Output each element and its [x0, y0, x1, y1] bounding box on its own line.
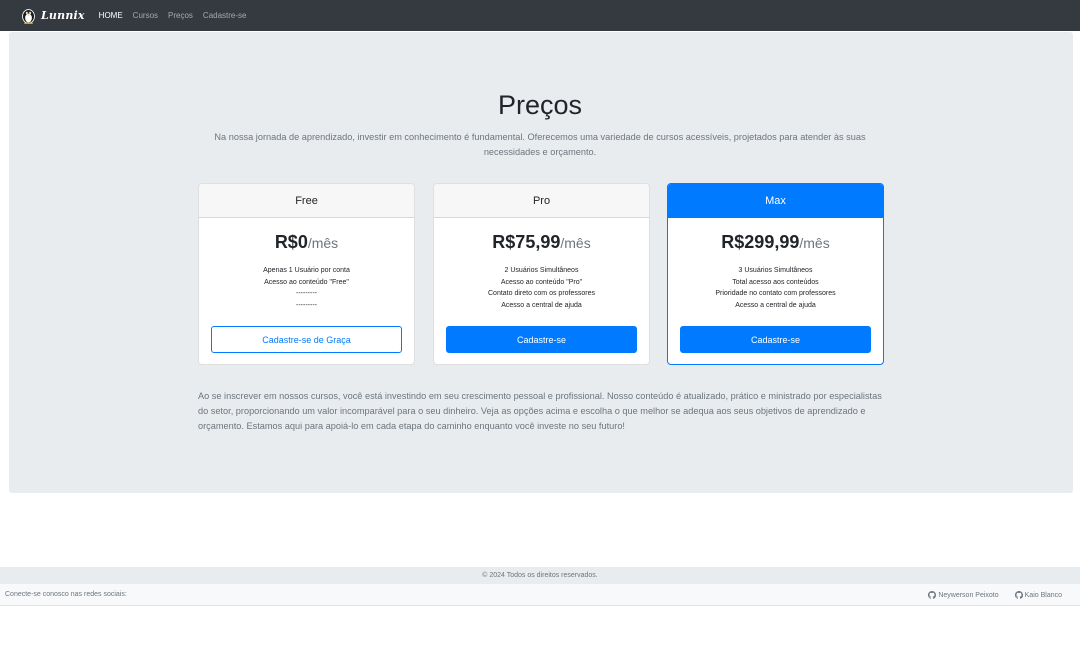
social-bar: Conecte-se conosco nas redes sociais: Ne…: [0, 584, 1080, 606]
plan-card-pro: Pro R$75,99/mês 2 Usuários Simultâneos A…: [433, 183, 650, 365]
feature-item: Contato direto com os professores: [488, 290, 595, 298]
page-lead-text: Na nossa jornada de aprendizado, investi…: [214, 132, 866, 157]
nav-cursos[interactable]: Cursos: [133, 11, 158, 20]
feature-item: Acesso a central de ajuda: [735, 301, 816, 309]
plan-card-free: Free R$0/mês Apenas 1 Usuário por conta …: [198, 183, 415, 365]
copyright-text: © 2024 Todos os direitos reservados.: [482, 572, 598, 579]
plan-price: R$0/mês: [199, 232, 414, 254]
feature-item: ---------: [296, 290, 317, 298]
feature-list: Apenas 1 Usuário por conta Acesso ao con…: [199, 265, 414, 311]
social-link-neywerson[interactable]: Neywerson Peixoto: [928, 591, 999, 599]
feature-item: Apenas 1 Usuário por conta: [263, 267, 350, 274]
copyright-bar: © 2024 Todos os direitos reservados.: [0, 567, 1080, 584]
social-link-kaio[interactable]: Kaio Blanco: [1014, 591, 1062, 599]
feature-item: 2 Usuários Simultâneos: [504, 267, 579, 274]
feature-list: 3 Usuários Simultâneos Total acesso aos …: [668, 265, 883, 311]
feature-item: Acesso ao conteúdo "Pro": [500, 278, 583, 286]
penguin-logo-icon: [22, 9, 35, 24]
social-link-label: Neywerson Peixoto: [938, 591, 999, 599]
price-amount: R$75,99: [492, 232, 561, 252]
social-links: Neywerson Peixoto Kaio Blanco: [912, 584, 1062, 606]
feature-item: 3 Usuários Simultâneos: [738, 267, 813, 274]
feature-list: 2 Usuários Simultâneos Acesso ao conteúd…: [434, 265, 649, 311]
price-period: /mês: [307, 235, 339, 251]
price-period: /mês: [560, 235, 591, 251]
plan-price: R$75,99/mês: [434, 232, 649, 254]
plan-name: Pro: [434, 184, 649, 218]
plan-price: R$299,99/mês: [668, 232, 883, 254]
price-period: /mês: [799, 235, 830, 251]
plan-name: Free: [199, 184, 414, 218]
feature-item: Prioridade no contato com professores: [715, 290, 836, 298]
feature-item: Acesso a central de ajuda: [501, 301, 582, 309]
pricing-description: Ao se inscrever em nossos cursos, você e…: [198, 391, 882, 431]
nav-precos[interactable]: Preços: [168, 11, 193, 20]
page-title: Preços: [497, 90, 583, 120]
price-amount: R$0: [274, 232, 308, 252]
brand-link[interactable]: Lunnix: [20, 7, 85, 24]
github-icon: [928, 591, 937, 599]
nav-home[interactable]: HOME: [99, 11, 123, 20]
nav-cadastre-se[interactable]: Cadastre-se: [203, 11, 247, 20]
social-text: Conecte-se conosco nas redes sociais:: [5, 591, 127, 598]
brand-name: Lunnix: [41, 9, 85, 22]
signup-pro-button[interactable]: Cadastre-se: [446, 326, 637, 353]
plan-card-max: Max R$299,99/mês 3 Usuários Simultâneos …: [667, 183, 884, 365]
github-icon: [1014, 591, 1023, 599]
feature-item: Total acesso aos conteúdos: [732, 278, 819, 286]
signup-free-button[interactable]: Cadastre-se de Graça: [211, 326, 402, 353]
navbar: Lunnix HOME Cursos Preços Cadastre-se: [0, 0, 1080, 31]
plan-name: Max: [668, 184, 883, 218]
nav-links: HOME Cursos Preços Cadastre-se: [99, 11, 257, 20]
signup-max-button[interactable]: Cadastre-se: [680, 326, 871, 353]
feature-item: ---------: [296, 301, 317, 309]
social-link-label: Kaio Blanco: [1024, 591, 1062, 599]
price-amount: R$299,99: [721, 232, 800, 252]
feature-item: Acesso ao conteúdo "Free": [264, 278, 349, 286]
